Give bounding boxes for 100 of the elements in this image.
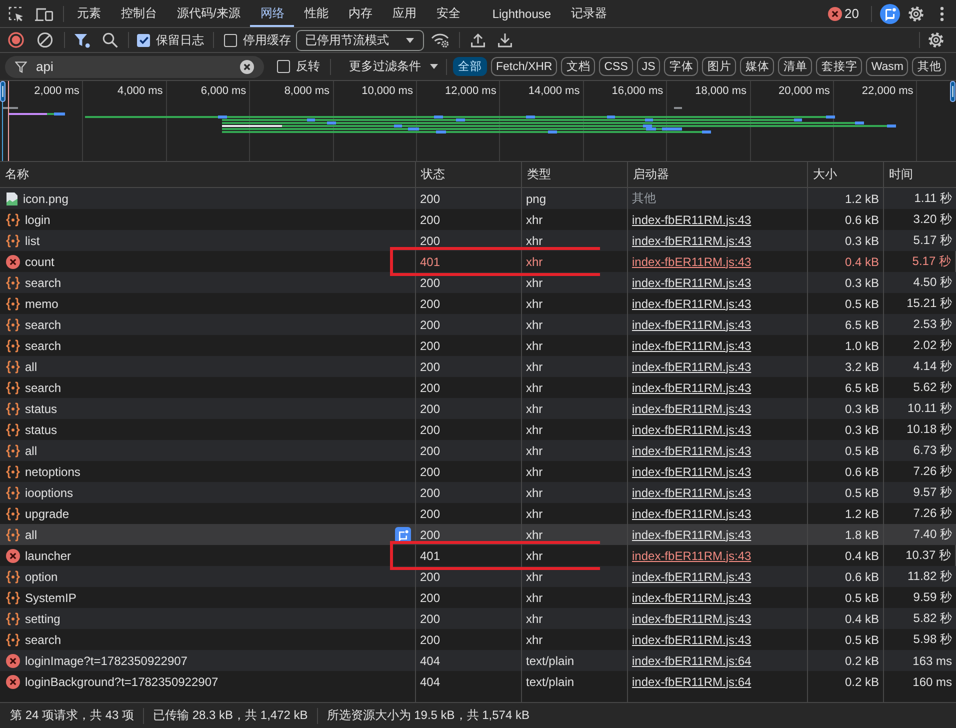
initiator-link[interactable]: index-fbER11RM.js:43 (632, 548, 752, 562)
column-header[interactable]: 状态 (416, 162, 522, 187)
panel-tab[interactable]: 应用 (382, 0, 426, 27)
table-row[interactable]: search 200 xhr index-fbER11RM.js:43 0.3 kB 4.50 秒 (0, 272, 956, 293)
time-cell-text: 2.02 秒 (912, 337, 953, 354)
table-row[interactable]: all 200 xhr index-fbER11RM.js:43 0.5 kB 6.73 秒 (0, 440, 956, 461)
table-row[interactable]: loginImage?t=1782350922907 404 text/plain index-fbER11RM.js:64 0.2 kB 163 ms (0, 650, 956, 671)
table-row[interactable]: setting 200 xhr index-fbER11RM.js:43 0.4 kB 5.82 秒 (0, 608, 956, 629)
filter-icon (15, 60, 27, 72)
panel-tab[interactable]: 记录器 (561, 0, 618, 27)
check-icon (138, 35, 148, 45)
column-header[interactable]: 名称 (0, 162, 416, 187)
braces-icon (6, 212, 20, 226)
column-header[interactable]: 大小 (808, 162, 884, 187)
error-icon (828, 6, 842, 20)
chat-icon[interactable] (395, 526, 411, 542)
time-cell-text: 15.21 秒 (906, 295, 953, 312)
panel-tab[interactable]: 性能 (294, 0, 338, 27)
error-count-button[interactable]: 20 (826, 2, 861, 24)
filter-chip[interactable]: 其他 (912, 57, 946, 76)
initiator-link[interactable]: index-fbER11RM.js:43 (632, 212, 752, 226)
panel-tab[interactable]: 内存 (338, 0, 382, 27)
inspect-icon[interactable] (8, 6, 24, 22)
table-row[interactable]: list 200 xhr index-fbER11RM.js:43 0.3 kB 5.17 秒 (0, 230, 956, 251)
initiator-link[interactable]: index-fbER11RM.js:43 (632, 444, 752, 458)
network-settings-icon[interactable] (431, 32, 449, 48)
initiator-link[interactable]: index-fbER11RM.js:43 (632, 318, 752, 332)
upload-icon[interactable] (470, 32, 486, 48)
checkbox[interactable] (277, 60, 290, 73)
panel-tab[interactable]: 安全 (426, 0, 470, 27)
range-handle[interactable] (950, 81, 956, 102)
filter-chip[interactable]: 全部 (453, 57, 487, 76)
column-header[interactable]: 类型 (522, 162, 628, 187)
filter-chip[interactable]: 文档 (561, 57, 596, 76)
table-row[interactable]: iooptions 200 xhr index-fbER11RM.js:43 0.5 kB 9.57 秒 (0, 482, 956, 503)
search-icon[interactable] (102, 32, 118, 48)
menu-icon[interactable] (940, 6, 944, 22)
column-header[interactable]: 时间 (884, 162, 956, 187)
panel-tab[interactable]: 元素 (67, 0, 111, 27)
table-row[interactable]: all 200 xhr index-fbER11RM.js:43 3.2 kB 4.14 秒 (0, 356, 956, 377)
device-toggle-icon[interactable] (35, 6, 53, 22)
initiator-link[interactable]: index-fbER11RM.js:43 (632, 360, 752, 374)
initiator-link[interactable]: index-fbER11RM.js:43 (632, 486, 752, 500)
column-header[interactable]: 启动器 (628, 162, 808, 187)
settings-icon[interactable] (928, 32, 944, 48)
filter-chip[interactable]: 字体 (664, 57, 698, 76)
initiator-link[interactable]: index-fbER11RM.js:64 (632, 654, 752, 668)
table-row[interactable]: status 200 xhr index-fbER11RM.js:43 0.3 kB 10.11 秒 (0, 398, 956, 419)
status-text: 第 24 项请求，共 43 项 (10, 707, 134, 724)
initiator-link[interactable]: index-fbER11RM.js:43 (632, 506, 752, 520)
initiator-link[interactable]: index-fbER11RM.js:43 (632, 528, 752, 542)
clear-icon[interactable] (37, 32, 53, 48)
table-row[interactable]: search 200 xhr index-fbER11RM.js:43 6.5 kB 2.53 秒 (0, 314, 956, 335)
braces-icon (6, 338, 20, 352)
initiator-link[interactable]: index-fbER11RM.js:43 (632, 612, 752, 626)
time-cell-text: 10.18 秒 (906, 421, 953, 438)
filter-chip[interactable]: Fetch/XHR (491, 57, 558, 76)
filter-chip[interactable]: 清单 (778, 57, 812, 76)
checkbox-label[interactable]: 反转 (296, 58, 320, 75)
initiator-link[interactable]: index-fbER11RM.js:43 (632, 338, 752, 352)
filter-chip[interactable]: CSS (599, 57, 633, 76)
initiator-link[interactable]: index-fbER11RM.js:43 (632, 234, 752, 248)
record-icon[interactable] (8, 32, 24, 48)
panel-tab[interactable]: 源代码/来源 (167, 0, 250, 27)
table-row[interactable]: option 200 xhr index-fbER11RM.js:43 0.6 kB 11.82 秒 (0, 566, 956, 587)
filter-chip[interactable]: 图片 (702, 57, 736, 76)
more-filters-dropdown[interactable]: 更多过滤条件 (349, 56, 438, 76)
initiator-link[interactable]: index-fbER11RM.js:43 (632, 464, 752, 478)
tick-label: 8,000 ms (284, 85, 330, 97)
range-handle[interactable] (0, 81, 6, 102)
filter-chip[interactable]: JS (636, 57, 660, 76)
filter-chip[interactable]: 媒体 (740, 57, 774, 76)
initiator-link[interactable]: index-fbER11RM.js:43 (632, 296, 752, 310)
initiator-link[interactable]: index-fbER11RM.js:43 (632, 254, 752, 268)
checkbox-label[interactable]: 停用缓存 (243, 32, 291, 48)
clear-icon[interactable] (240, 60, 254, 74)
settings-icon[interactable] (908, 6, 924, 22)
filter-chip[interactable]: Wasm (866, 57, 908, 76)
initiator-link[interactable]: index-fbER11RM.js:43 (632, 422, 752, 436)
initiator-link[interactable]: index-fbER11RM.js:43 (632, 632, 752, 646)
filter-chip[interactable]: 套接字 (816, 57, 862, 76)
panel-tab[interactable]: Lighthouse (482, 0, 562, 27)
initiator-link[interactable]: index-fbER11RM.js:43 (632, 276, 752, 290)
panel-tab[interactable]: 控制台 (111, 0, 167, 27)
checkbox[interactable] (224, 34, 237, 46)
download-icon[interactable] (497, 32, 513, 48)
filter-icon[interactable] (74, 32, 90, 48)
initiator-link[interactable]: index-fbER11RM.js:64 (632, 674, 752, 688)
filter-field[interactable]: api (5, 56, 264, 78)
checkbox-label[interactable]: 保留日志 (156, 32, 204, 48)
chat-icon[interactable] (880, 4, 900, 24)
panel-tab[interactable]: 网络 (250, 0, 294, 27)
checkbox[interactable] (137, 34, 150, 46)
throttling-select[interactable]: 已停用节流模式 (296, 30, 424, 50)
initiator-link[interactable]: index-fbER11RM.js:43 (632, 590, 752, 604)
initiator-link[interactable]: index-fbER11RM.js:43 (632, 402, 752, 416)
initiator-link[interactable]: index-fbER11RM.js:43 (632, 380, 752, 394)
initiator-link[interactable]: index-fbER11RM.js:43 (632, 570, 752, 584)
table-row[interactable]: all 200 xhr index-fbER11RM.js:43 1.8 kB 7.40 秒 (0, 524, 956, 545)
table-row[interactable]: icon.png 200 png 其他 1.2 kB 1.11 秒 (0, 188, 956, 209)
